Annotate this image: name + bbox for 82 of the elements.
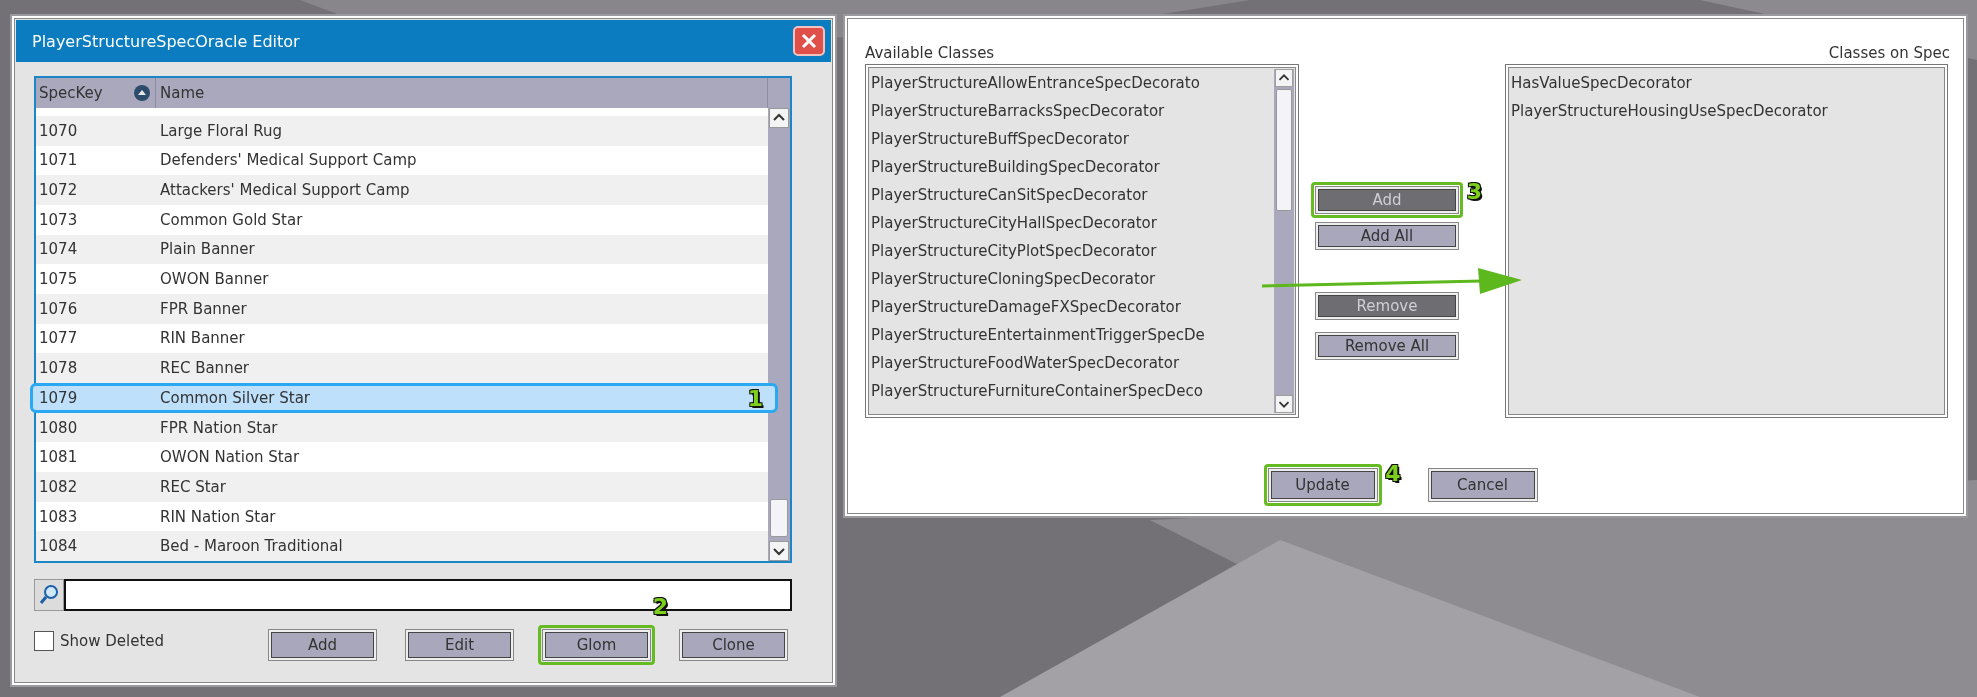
spec-key-cell-text: 1076 [38, 299, 79, 318]
spec-key-cell-text: 1080 [38, 418, 79, 437]
spec-key-cell-text: 1084 [38, 537, 79, 556]
table-row[interactable]: 1074 Plain Banner [36, 234, 768, 265]
list-item[interactable]: PlayerStructureCityHallSpecDecorator [870, 209, 1274, 237]
name-cell-text: Defenders' Medical Support Camp [159, 151, 417, 170]
list-item[interactable]: PlayerStructureBuffSpecDecorator [870, 125, 1274, 153]
name-cell-text: FPR Banner [159, 299, 247, 318]
checkbox-label: Show Deleted [60, 632, 165, 650]
table-row[interactable]: 1084 Bed - Maroon Traditional [36, 531, 768, 562]
list-item[interactable]: PlayerStructureDamageFXSpecDecorator [870, 293, 1274, 321]
spec-key-cell-text: 1070 [38, 121, 79, 140]
name-cell-text: OWON Nation Star [159, 448, 300, 467]
close-button[interactable] [793, 26, 825, 56]
list-item[interactable]: PlayerStructureCloningSpecDecorator [870, 265, 1274, 293]
scroll-thumb[interactable] [770, 499, 788, 537]
scrollbar[interactable] [1274, 69, 1294, 413]
close-icon [800, 32, 818, 50]
name-cell-text: REC Star [159, 477, 226, 496]
list-item[interactable]: PlayerStructureBuildingSpecDecorator [870, 153, 1274, 181]
table-row[interactable]: 1079 Common Silver Star 1 [30, 382, 778, 413]
scroll-thumb[interactable] [1276, 89, 1292, 211]
list-item[interactable]: PlayerStructureHousingUseSpecDecorator [1510, 97, 1943, 125]
spec-key-cell-text: 1075 [38, 270, 79, 289]
spec-key-cell-text: 1078 [38, 359, 79, 378]
table-row[interactable]: 1070 Large Floral Rug [36, 115, 768, 146]
list-label: Classes on Spec [1828, 44, 1950, 62]
checkbox[interactable] [34, 631, 54, 651]
action-button[interactable]: Clone [682, 632, 785, 658]
spec-key-cell-text: 1073 [38, 210, 79, 229]
spec-key-cell-text: 1082 [38, 477, 79, 496]
spec-key-cell-text: 1071 [38, 151, 79, 170]
column-header[interactable]: Name [156, 78, 767, 108]
name-cell-text: Attackers' Medical Support Camp [159, 181, 410, 200]
spec-key-cell-text: 1072 [38, 181, 79, 200]
list-item[interactable]: PlayerStructureAllowEntranceSpecDecorato [870, 69, 1274, 97]
spec-key-cell-text: 1081 [38, 448, 79, 467]
list-item[interactable]: PlayerStructureCanSitSpecDecorator [870, 181, 1274, 209]
dialog-button[interactable]: Update [1270, 471, 1375, 499]
name-cell-text: REC Banner [159, 359, 250, 378]
name-cell-text: FPR Nation Star [159, 418, 278, 437]
name-cell-text: Bed - Maroon Traditional [159, 537, 343, 556]
table-row[interactable]: 1082 REC Star [36, 472, 768, 502]
column-header[interactable]: SpecKey [36, 78, 156, 108]
callout-number: 1 [747, 387, 763, 410]
spec-key-cell-text: 1079 [38, 388, 79, 407]
transfer-button[interactable]: Remove All [1318, 335, 1456, 357]
name-cell-text: OWON Banner [159, 270, 269, 289]
list-item[interactable]: PlayerStructureFoodWaterSpecDecorator [870, 349, 1274, 377]
scroll-down-icon[interactable] [769, 541, 789, 561]
table-row[interactable]: 1076 FPR Banner [36, 293, 768, 324]
action-button[interactable]: Edit [408, 632, 511, 658]
spec-key-cell-text: 1074 [38, 240, 79, 259]
name-cell-text: Common Silver Star [159, 388, 310, 407]
scroll-down-icon[interactable] [1275, 395, 1293, 413]
list-item[interactable]: PlayerStructureBarracksSpecDecorator [870, 97, 1274, 125]
list-item[interactable]: PlayerStructureCityPlotSpecDecorator [870, 237, 1274, 265]
dialog-button[interactable]: Cancel [1430, 471, 1535, 499]
transfer-button[interactable]: Add All [1318, 225, 1456, 247]
callout-number: 3 [1466, 181, 1482, 203]
action-button[interactable]: Glom [545, 632, 648, 658]
spec-key-cell-text: 1083 [38, 507, 79, 526]
list-item[interactable]: PlayerStructureEntertainmentTriggerSpecDe [870, 321, 1274, 349]
name-cell-text: Large Floral Rug [159, 121, 282, 140]
table-row[interactable]: 1080 FPR Nation Star [36, 412, 768, 443]
name-cell-text: RIN Nation Star [159, 507, 276, 526]
list-label: Available Classes [865, 44, 995, 62]
table-row[interactable]: 1072 Attackers' Medical Support Camp [36, 175, 768, 205]
scroll-up-icon[interactable] [1275, 69, 1293, 87]
table-row[interactable]: 1078 REC Banner [36, 353, 768, 383]
window-title: PlayerStructureSpecOracle Editor [32, 31, 300, 51]
search-icon[interactable] [34, 579, 64, 611]
name-cell-text: Plain Banner [159, 240, 255, 259]
name-cell-text: RIN Banner [159, 329, 245, 348]
scrollbar[interactable] [768, 108, 790, 561]
action-button[interactable]: Add [271, 632, 374, 658]
callout-number: 4 [1385, 463, 1401, 485]
spec-key-cell-text: 1077 [38, 329, 79, 348]
scroll-up-icon[interactable] [769, 108, 789, 128]
list-item[interactable]: HasValueSpecDecorator [1510, 69, 1943, 97]
name-cell-text: Common Gold Star [159, 210, 303, 229]
list-item[interactable]: PlayerStructureFurnitureContainerSpecDeco [870, 377, 1274, 405]
